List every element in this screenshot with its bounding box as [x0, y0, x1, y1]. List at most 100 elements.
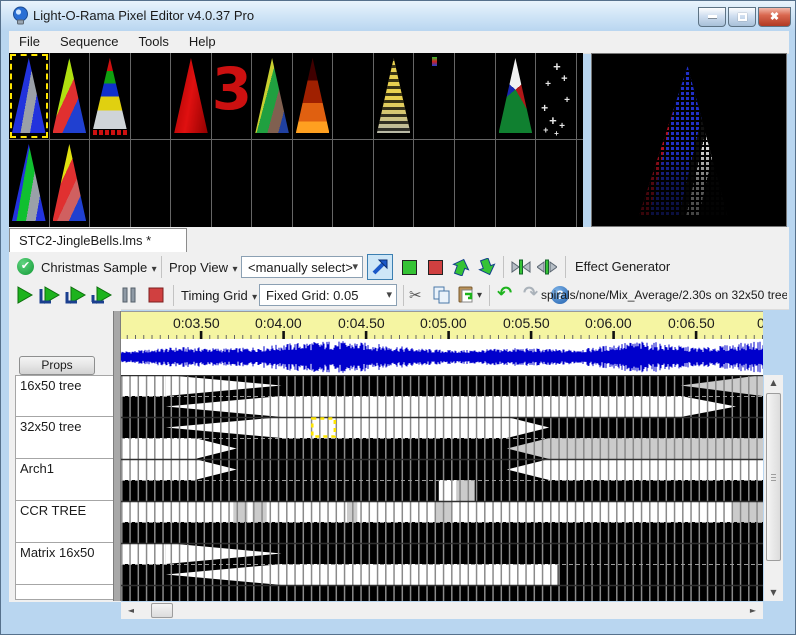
menu-item-help[interactable]: Help — [179, 31, 226, 52]
close-button[interactable]: ✖ — [758, 7, 791, 27]
preview-cell[interactable] — [455, 139, 496, 227]
preview-cell[interactable] — [496, 53, 537, 139]
main-preview-panel — [591, 53, 787, 227]
prop-view-label: Prop View — [169, 260, 228, 275]
maximize-icon — [738, 13, 747, 21]
spiral-tree-2-thumbnail — [12, 144, 46, 221]
vertical-scrollbar[interactable]: ▲ ▼ — [764, 375, 783, 601]
chevron-down-icon: ▾ — [152, 264, 157, 275]
scissors-icon: ✂ — [409, 286, 422, 304]
menu-item-tools[interactable]: Tools — [129, 31, 179, 52]
off-tool-button[interactable] — [423, 255, 447, 279]
waveform-path — [121, 341, 763, 372]
hscroll-left-button[interactable]: ◄ — [123, 602, 139, 619]
preview-cell[interactable] — [333, 53, 374, 139]
paste-button[interactable] — [457, 285, 475, 304]
preview-cell[interactable] — [455, 53, 496, 139]
prop-row-label[interactable]: Matrix 16x50 — [15, 543, 122, 585]
horizontal-scrollbar[interactable]: ◄ ► — [121, 602, 763, 619]
effect-generator-button[interactable]: Effect Generator — [575, 259, 670, 274]
preview-cell[interactable] — [131, 53, 172, 139]
preview-cell[interactable] — [415, 139, 456, 227]
prop-row-label[interactable] — [15, 585, 122, 600]
separator — [403, 285, 404, 306]
preview-cell[interactable] — [90, 53, 131, 139]
preview-cell[interactable] — [9, 53, 50, 139]
preview-cell[interactable] — [171, 139, 212, 227]
scroll-up-icon: ▲ — [770, 378, 776, 387]
preview-cell[interactable] — [415, 53, 456, 139]
sequence-selector-dropdown[interactable]: Christmas Sample ▾ — [41, 259, 157, 277]
sparkle-dot: + — [549, 113, 557, 128]
preview-cell[interactable] — [536, 139, 577, 227]
collapse-columns-button[interactable] — [509, 255, 533, 279]
prop-select-combobox[interactable]: <manually select> ▾ — [241, 256, 363, 278]
cut-button[interactable]: ✂ — [409, 284, 422, 306]
vscroll-up-button[interactable]: ▲ — [764, 375, 783, 391]
panel-splitter[interactable] — [113, 311, 121, 601]
play-button[interactable] — [15, 286, 35, 304]
prop-row-label[interactable]: Arch1 — [15, 459, 122, 501]
pause-button[interactable] — [121, 286, 137, 304]
preview-cell[interactable] — [131, 139, 172, 227]
fixed-grid-combobox[interactable]: Fixed Grid: 0.05 ▾ — [259, 284, 397, 306]
preview-cell[interactable] — [293, 139, 334, 227]
menu-item-file[interactable]: File — [9, 31, 50, 52]
prop-row-label[interactable]: 32x50 tree — [15, 417, 122, 459]
prop-row-label[interactable]: CCR TREE — [15, 501, 122, 543]
minimize-button[interactable] — [698, 7, 726, 27]
preview-cell[interactable] — [374, 139, 415, 227]
effect-preview-grid: 3 +++++++++ — [9, 53, 583, 227]
chevron-down-icon: ▾ — [232, 264, 237, 275]
preview-cell[interactable] — [50, 139, 91, 227]
preview-cell[interactable] — [90, 139, 131, 227]
preview-cell[interactable] — [252, 53, 293, 139]
redo-button[interactable]: ↷ — [523, 283, 538, 305]
scroll-left-icon: ◄ — [128, 606, 134, 615]
chevron-down-icon: ▾ — [386, 288, 392, 301]
separator — [565, 256, 566, 278]
time-ruler[interactable]: 0:03.500:04.000:04.500:05.000:05.500:06.… — [121, 311, 763, 340]
preview-cell[interactable] — [252, 139, 293, 227]
vscroll-down-button[interactable]: ▼ — [764, 585, 783, 601]
paste-options-dropdown[interactable]: ▾ — [477, 290, 482, 301]
prop-row-label[interactable]: 16x50 tree — [15, 375, 122, 417]
preview-cell[interactable] — [171, 53, 212, 139]
ramp-up-tool-button[interactable] — [449, 255, 473, 279]
play-from-start-button[interactable] — [39, 286, 61, 304]
preview-cell[interactable] — [50, 53, 91, 139]
select-tool-button[interactable] — [367, 254, 393, 280]
preview-cell[interactable] — [293, 53, 334, 139]
preview-cell[interactable] — [9, 139, 50, 227]
window-title: Light-O-Rama Pixel Editor v4.0.37 Pro — [33, 8, 254, 23]
vscroll-thumb[interactable] — [766, 393, 781, 561]
timing-grid-dropdown[interactable]: Timing Grid ▾ — [181, 287, 257, 305]
hscroll-thumb[interactable] — [151, 603, 173, 618]
play-visible-button[interactable] — [91, 286, 113, 304]
tab-sequence-file[interactable]: STC2-JingleBells.lms * — [9, 228, 187, 252]
maximize-button[interactable] — [728, 7, 756, 27]
preview-cell[interactable] — [577, 53, 583, 139]
preview-cell[interactable] — [496, 139, 537, 227]
expand-columns-button[interactable] — [535, 255, 559, 279]
preview-cell[interactable]: +++++++++ — [536, 53, 577, 139]
undo-button[interactable]: ↶ — [497, 283, 512, 305]
preview-cell[interactable] — [212, 139, 253, 227]
thumb-grip — [771, 477, 776, 478]
ramp-down-tool-button[interactable] — [475, 255, 499, 279]
preview-cell[interactable] — [577, 139, 583, 227]
hscroll-right-button[interactable]: ► — [745, 602, 761, 619]
menu-item-sequence[interactable]: Sequence — [50, 31, 129, 52]
preview-cell[interactable]: 3 — [212, 53, 253, 139]
play-selection-button[interactable] — [65, 286, 87, 304]
timeline-grid[interactable] — [121, 375, 763, 601]
prop-view-dropdown[interactable]: Prop View ▾ — [169, 259, 238, 277]
props-button[interactable]: Props — [19, 356, 95, 375]
audio-waveform — [121, 339, 763, 375]
separator — [161, 256, 162, 278]
preview-cell[interactable] — [333, 139, 374, 227]
on-tool-button[interactable] — [397, 255, 421, 279]
preview-cell[interactable] — [374, 53, 415, 139]
copy-button[interactable] — [433, 286, 451, 304]
stop-button[interactable] — [147, 286, 165, 304]
